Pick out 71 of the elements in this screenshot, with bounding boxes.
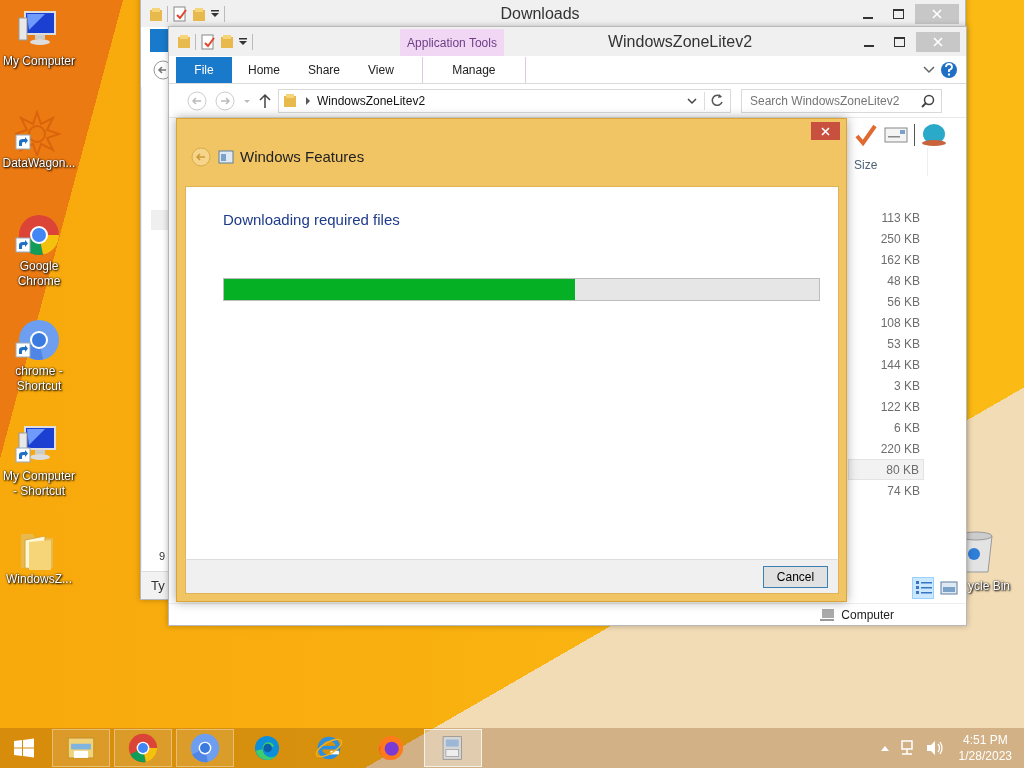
computer-icon: [819, 607, 836, 622]
details-view-button[interactable]: [912, 577, 934, 599]
status-text: Computer: [841, 606, 894, 624]
volume-icon[interactable]: [924, 739, 945, 757]
ribbon-tab[interactable]: Share: [294, 57, 355, 83]
size-cell-text: 220 KB: [879, 440, 921, 458]
size-cell-text: 144 KB: [879, 356, 921, 374]
desktop-shortcut[interactable]: DataWagon...: [0, 110, 78, 171]
file-tab[interactable]: [150, 28, 168, 52]
properties-icon[interactable]: [172, 6, 188, 22]
breadcrumb-icon: [305, 95, 311, 106]
close-icon: [933, 36, 943, 47]
size-cell-text: 122 KB: [879, 398, 921, 416]
desktop-shortcut[interactable]: Google Chrome: [0, 213, 78, 289]
forward-button[interactable]: [214, 89, 236, 112]
size-cell-text: 162 KB: [879, 251, 921, 269]
address-bar[interactable]: WindowsZoneLitev2: [278, 88, 731, 113]
ribbon-tab[interactable]: Home: [234, 57, 294, 83]
close-icon: [821, 126, 830, 136]
checkmark-icon: [854, 123, 878, 147]
window-title: Downloads: [499, 4, 581, 24]
size-cell: 80 KB: [848, 459, 924, 480]
taskbar-button[interactable]: [176, 729, 234, 767]
folder-icon[interactable]: [177, 34, 191, 49]
minimize-icon: [864, 44, 874, 47]
dialog-title: Windows Features: [240, 147, 365, 167]
size-cell-text: 53 KB: [886, 335, 921, 353]
size-cell-text: 48 KB: [886, 272, 921, 290]
search-icon[interactable]: [921, 93, 935, 108]
cancel-button[interactable]: Cancel: [763, 565, 828, 588]
column-header[interactable]: Size: [848, 148, 928, 176]
size-cell-text: 3 KB: [893, 377, 921, 395]
minimize-icon: [863, 17, 873, 19]
folder-icon[interactable]: [149, 6, 163, 22]
size-cell-text: 74 KB: [886, 482, 921, 500]
taskbar-button[interactable]: [114, 729, 172, 767]
ribbon-tab[interactable]: View: [354, 57, 408, 83]
size-cell-text: 250 KB: [879, 230, 921, 248]
file-tab[interactable]: File: [176, 57, 232, 83]
size-cell-text: 108 KB: [879, 314, 921, 332]
browser-icon: [126, 732, 160, 764]
status-text: Ty: [151, 578, 165, 593]
desktop-label: ycle Bin: [968, 579, 1011, 594]
close-button[interactable]: [811, 122, 840, 140]
taskbar-button[interactable]: [424, 729, 482, 767]
folder-icon: [283, 92, 299, 109]
maximize-icon: [893, 36, 905, 47]
properties-icon[interactable]: [200, 33, 216, 50]
size-cell-text: 113 KB: [880, 209, 921, 227]
search-field[interactable]: Search WindowsZoneLitev2: [741, 88, 942, 113]
dropdown-icon[interactable]: [210, 9, 220, 19]
clock-date: 1/28/2023: [958, 748, 1012, 764]
size-cell-text: 56 KB: [886, 293, 921, 311]
taskbar-button[interactable]: [52, 729, 110, 767]
card-icon: [884, 126, 908, 144]
context-tab-group: Application Tools: [400, 29, 504, 56]
row-highlight: [151, 210, 169, 230]
window-icon: [218, 149, 234, 166]
table-cell: 9: [159, 550, 166, 562]
dialog-heading: Downloading required files: [223, 210, 401, 230]
globe-icon: [921, 123, 947, 147]
dropdown-icon[interactable]: [238, 36, 248, 47]
back-button[interactable]: [153, 60, 168, 80]
clock-time: 4:51 PM: [961, 732, 1009, 748]
maximize-icon: [892, 9, 904, 19]
address-text: WindowsZoneLitev2: [317, 92, 427, 110]
browser-icon: [188, 732, 222, 764]
close-icon: [932, 9, 942, 19]
window-title: WindowsZoneLitev2: [606, 31, 754, 52]
desktop-shortcut[interactable]: My Computer: [0, 8, 78, 69]
size-cell-text: 6 KB: [893, 419, 921, 437]
